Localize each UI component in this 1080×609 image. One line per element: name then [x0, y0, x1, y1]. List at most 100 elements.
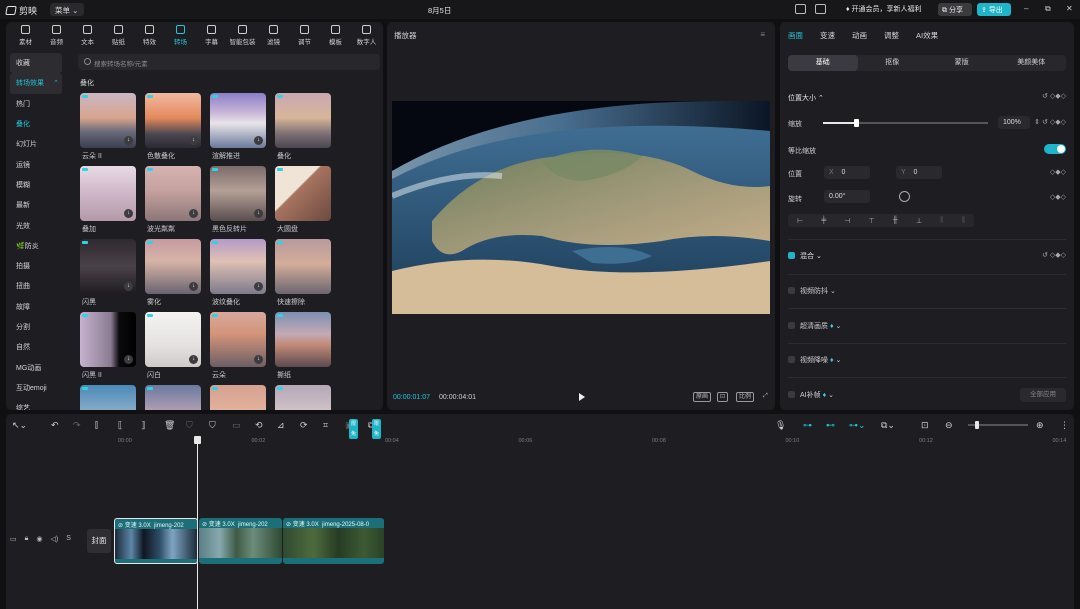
video-clip[interactable]: ⊘ 变速 3.0X jimeng-2025-08-0	[283, 518, 384, 564]
sidebar-item[interactable]: 模糊	[10, 175, 66, 195]
tab-sticker[interactable]: 贴纸	[103, 22, 134, 46]
rotate-icon[interactable]: ⟳	[300, 420, 308, 430]
scale-slider[interactable]	[823, 119, 988, 127]
effect-card[interactable]	[275, 385, 331, 410]
stabilize-checkbox[interactable]	[788, 287, 795, 294]
play-icon[interactable]	[579, 393, 585, 401]
apply-all-button[interactable]: 全部应用	[1020, 388, 1066, 402]
freeze-icon[interactable]: ▭	[232, 420, 241, 430]
scale-slider-knob[interactable]	[854, 119, 859, 127]
menu-button[interactable]: 菜单 ⌄	[50, 3, 84, 16]
effect-card[interactable]: 快速擦除	[275, 239, 331, 307]
tab-smart-package[interactable]: 智能包装	[227, 22, 258, 46]
zoom-slider[interactable]	[968, 421, 1028, 429]
property-subtab[interactable]: 基础	[788, 55, 858, 71]
sidebar-item[interactable]: 拍摄	[10, 256, 66, 276]
align-bottom-icon[interactable]: ⊥	[916, 217, 922, 225]
distribute-v-icon[interactable]: ⫼	[962, 217, 965, 225]
effect-card[interactable]: ↓ 黑色反转片	[210, 166, 266, 234]
vip-promo-link[interactable]: ♦ 开通会员，享新人福利	[846, 4, 922, 14]
download-icon[interactable]: ↓	[254, 136, 263, 145]
sidebar-item[interactable]: 热门	[10, 94, 66, 114]
download-icon[interactable]: ↓	[124, 355, 133, 364]
property-subtab[interactable]: 蒙版	[927, 55, 997, 71]
zoom-out-icon[interactable]: ⊖	[945, 420, 953, 430]
minimize-icon[interactable]: –	[1024, 4, 1028, 13]
sidebar-item[interactable]: 互动emoji	[10, 378, 66, 398]
property-subtab[interactable]: 美颜美体	[997, 55, 1067, 71]
split-icon[interactable]: ⫿	[95, 420, 98, 430]
playhead[interactable]	[197, 438, 198, 609]
sidebar-item[interactable]: 自然	[10, 337, 66, 357]
project-title[interactable]: 8月5日	[428, 5, 451, 16]
mic-icon[interactable]: 🎙	[775, 420, 786, 430]
download-icon[interactable]: ↓	[124, 136, 133, 145]
effect-card[interactable]: ↓ 闪黑	[80, 239, 136, 307]
linkage-icon[interactable]: ⊶⌄	[849, 420, 866, 430]
fit-icon[interactable]: ⊡	[717, 392, 729, 402]
effect-card[interactable]: ↓ 波纹叠化	[210, 239, 266, 307]
download-icon[interactable]: ↓	[189, 209, 198, 218]
denoise-checkbox[interactable]	[788, 356, 795, 363]
download-icon[interactable]: ↓	[124, 209, 133, 218]
effect-card[interactable]	[80, 385, 136, 410]
redo-icon[interactable]: ↷	[73, 420, 81, 430]
tab-filter[interactable]: 滤镜	[258, 22, 289, 46]
rotate-input[interactable]: 0.00°	[824, 190, 870, 203]
download-icon[interactable]: ↓	[189, 355, 198, 364]
delete-icon[interactable]: 🗑	[164, 420, 175, 430]
effect-card[interactable]	[210, 385, 266, 410]
effect-card[interactable]: 大圆盘	[275, 166, 331, 234]
download-icon[interactable]: ↓	[254, 209, 263, 218]
effect-card[interactable]: ↓ 波光粼粼	[145, 166, 201, 234]
sidebar-item[interactable]: 🌿防炎	[10, 236, 66, 256]
shield-icon[interactable]: ⛉	[209, 420, 216, 430]
sidebar-item[interactable]: 运镜	[10, 154, 66, 174]
tab-audio[interactable]: 音频	[41, 22, 72, 46]
pos-size-heading[interactable]: 位置大小 ⌃	[788, 93, 824, 103]
close-icon[interactable]: ✕	[1066, 4, 1073, 13]
ai-frame-checkbox[interactable]	[788, 391, 795, 398]
zoom-in-icon[interactable]: ⊕	[1036, 420, 1044, 430]
auto-snap-icon[interactable]: ⊷	[826, 420, 835, 430]
effect-card[interactable]: 撕纸	[275, 312, 331, 380]
effect-card[interactable]: ↓ 色散叠化	[145, 93, 201, 161]
sidebar-item[interactable]: 叠化	[10, 114, 66, 134]
undo-icon[interactable]: ↶	[51, 420, 59, 430]
audio-icon[interactable]: ◁)	[50, 535, 58, 543]
split-left-icon[interactable]: ⟦	[118, 420, 122, 430]
sidebar-item[interactable]: 光效	[10, 215, 66, 235]
tab-text[interactable]: 文本	[72, 22, 103, 46]
effect-card[interactable]: ↓ 云朵 II	[80, 93, 136, 161]
align-right-icon[interactable]: ⊣	[844, 217, 850, 225]
download-icon[interactable]: ↓	[189, 136, 198, 145]
layout-icon[interactable]	[795, 4, 806, 14]
stabilize-label[interactable]: 视频防抖 ⌄	[800, 286, 836, 296]
uniform-scale-toggle[interactable]	[1044, 144, 1066, 154]
download-icon[interactable]: ↓	[189, 282, 198, 291]
denoise-label[interactable]: 视频降噪 ♦ ⌄	[800, 355, 841, 365]
rotate-keyframe-icon[interactable]: ◇◆◇	[1050, 193, 1066, 201]
effect-card[interactable]: ↓ 叠加	[80, 166, 136, 234]
sidebar-item[interactable]: 分割	[10, 317, 66, 337]
scale-keyframe-icon[interactable]: ⇕ ↺ ◇◆◇	[1034, 118, 1066, 126]
align-left-icon[interactable]: ⊢	[797, 217, 803, 225]
video-clip[interactable]: ⊘ 变速 3.0X jimeng-202	[114, 518, 198, 564]
lock-icon[interactable]: 🔒︎	[25, 535, 29, 543]
effect-card[interactable]	[145, 385, 201, 410]
download-icon[interactable]: ↓	[124, 282, 133, 291]
sidebar-item[interactable]: 综艺	[10, 398, 66, 410]
effect-card[interactable]: ↓ 云朵	[210, 312, 266, 380]
property-tab[interactable]: 变速	[820, 30, 835, 41]
effect-card[interactable]: ↓ 雾化	[145, 239, 201, 307]
rotate-dial-icon[interactable]	[899, 191, 910, 202]
tab-adjust[interactable]: 调节	[289, 22, 320, 46]
layout-mode-icon[interactable]	[815, 4, 826, 14]
time-ruler[interactable]: 00:00 00:02 00:04 00:06 00:08 00:10 00:12 00:14	[6, 436, 1074, 446]
reset-keyframe-icon[interactable]: ↺ ◇◆◇	[1042, 92, 1066, 100]
distribute-h-icon[interactable]: ⫼	[940, 217, 943, 225]
hd-checkbox[interactable]	[788, 322, 795, 329]
maximize-icon[interactable]: ⧉	[1045, 4, 1051, 14]
track-s-icon[interactable]: S	[66, 535, 71, 543]
share-button[interactable]: ⧉ 分享	[938, 3, 972, 16]
